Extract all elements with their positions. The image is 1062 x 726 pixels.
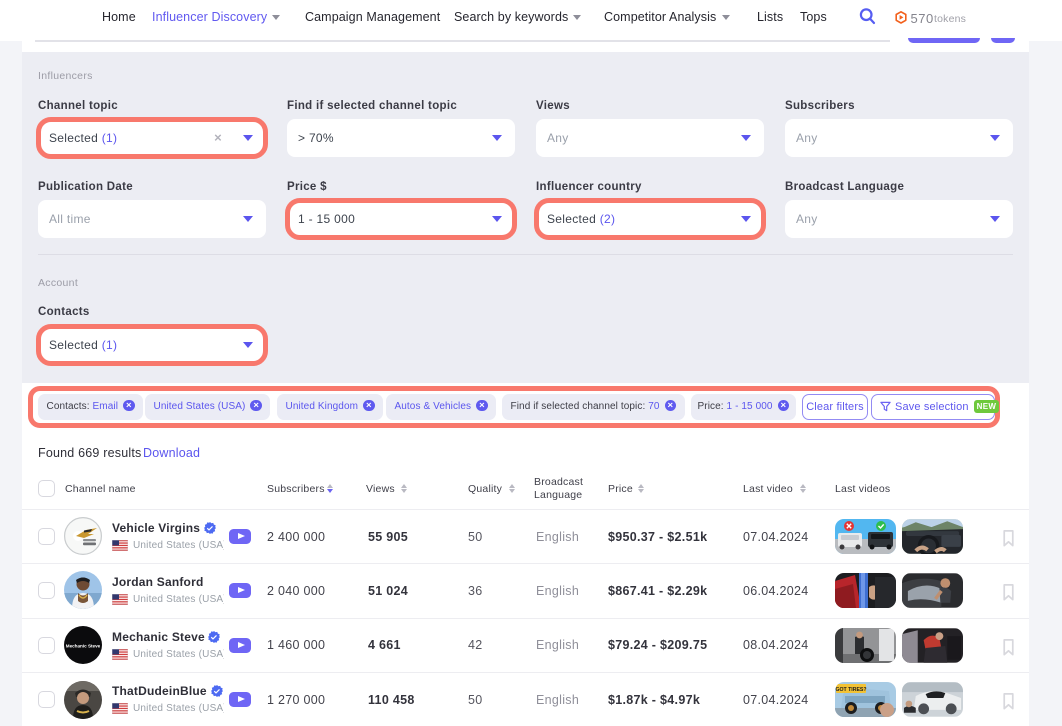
svg-text:GOT TIRES?: GOT TIRES? [835,687,866,693]
svg-text:Mechanic Steve: Mechanic Steve [66,644,101,649]
